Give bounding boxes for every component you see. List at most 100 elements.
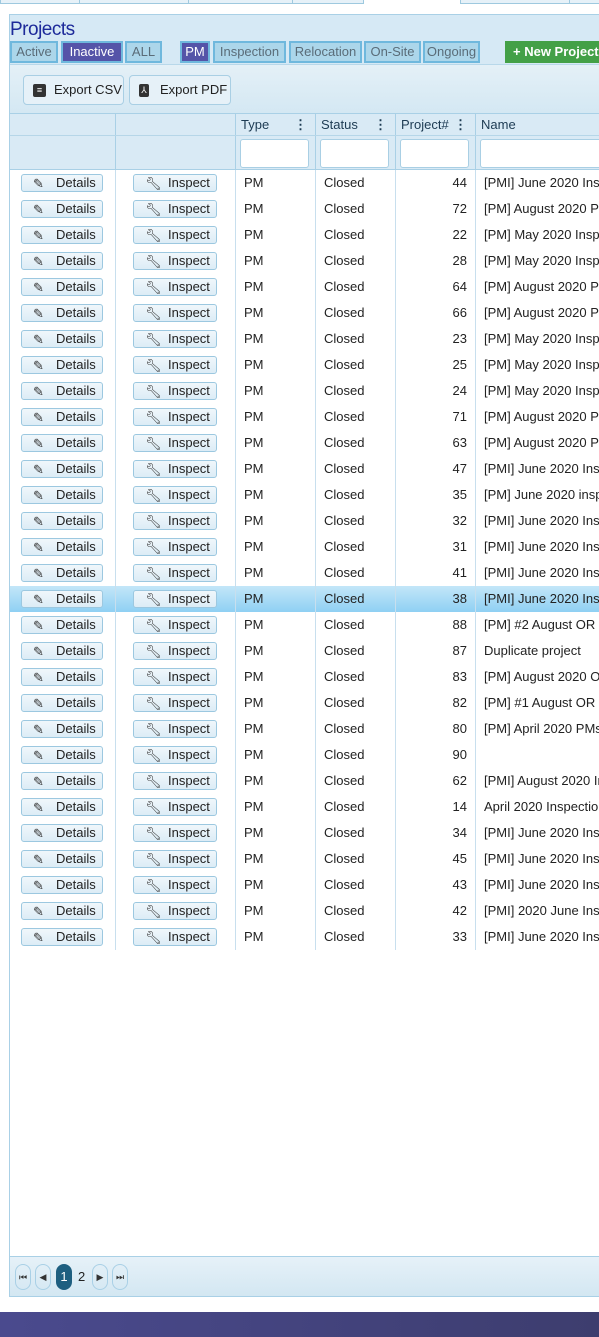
table-row[interactable]: ✎ Details 🔧︎ Inspect PM Closed 14 April 2020 In… [10,794,599,820]
details-button[interactable]: ✎ Details [21,382,103,400]
table-row[interactable]: ✎ Details 🔧︎ Inspect PM Closed 62 [PMI] August … [10,768,599,794]
next-page-button[interactable]: ▶ [92,1264,108,1290]
column-menu-icon[interactable]: ⋮ [374,114,387,136]
details-button[interactable]: ✎ Details [21,850,103,868]
inspect-button[interactable]: 🔧︎ Inspect [133,304,217,322]
details-button[interactable]: ✎ Details [21,746,103,764]
export-csv-button[interactable]: ≡ Export CSV [23,75,124,105]
table-row[interactable]: ✎ Details 🔧︎ Inspect PM Closed 42 [PMI] 2020 Ju… [10,898,599,924]
details-button[interactable]: ✎ Details [21,278,103,296]
inspect-button[interactable]: 🔧︎ Inspect [133,928,217,946]
table-row[interactable]: ✎ Details 🔧︎ Inspect PM Closed 63 [PM] August 2… [10,430,599,456]
page-1-button[interactable]: 1 [56,1264,72,1290]
filter-inspection-button[interactable]: Inspection [213,41,286,63]
filter-inactive-button[interactable]: Inactive [61,41,123,63]
table-row[interactable]: ✎ Details 🔧︎ Inspect PM Closed 47 [PMI] June 20… [10,456,599,482]
details-button[interactable]: ✎ Details [21,356,103,374]
details-button[interactable]: ✎ Details [21,564,103,582]
type-filter-input[interactable] [240,139,309,168]
details-button[interactable]: ✎ Details [21,590,103,608]
inspect-button[interactable]: 🔧︎ Inspect [133,356,217,374]
inspect-button[interactable]: 🔧︎ Inspect [133,720,217,738]
filter-on-site-button[interactable]: On-Site [364,41,421,63]
details-button[interactable]: ✎ Details [21,538,103,556]
filter-active-button[interactable]: Active [10,41,58,63]
table-row[interactable]: ✎ Details 🔧︎ Inspect PM Closed 82 [PM] #1 Augus… [10,690,599,716]
inspect-button[interactable]: 🔧︎ Inspect [133,850,217,868]
details-button[interactable]: ✎ Details [21,668,103,686]
inspect-button[interactable]: 🔧︎ Inspect [133,876,217,894]
details-button[interactable]: ✎ Details [21,434,103,452]
inspect-button[interactable]: 🔧︎ Inspect [133,434,217,452]
table-row[interactable]: ✎ Details 🔧︎ Inspect PM Closed 32 [PMI] June 20… [10,508,599,534]
details-button[interactable]: ✎ Details [21,174,103,192]
details-button[interactable]: ✎ Details [21,460,103,478]
details-button[interactable]: ✎ Details [21,720,103,738]
details-button[interactable]: ✎ Details [21,304,103,322]
inspect-button[interactable]: 🔧︎ Inspect [133,278,217,296]
prev-page-button[interactable]: ◀ [35,1264,51,1290]
inspect-button[interactable]: 🔧︎ Inspect [133,330,217,348]
table-row[interactable]: ✎ Details 🔧︎ Inspect PM Closed 22 [PM] May 2020… [10,222,599,248]
inspect-button[interactable]: 🔧︎ Inspect [133,772,217,790]
table-row[interactable]: ✎ Details 🔧︎ Inspect PM Closed 24 [PM] May 2020… [10,378,599,404]
inspect-button[interactable]: 🔧︎ Inspect [133,798,217,816]
inspect-button[interactable]: 🔧︎ Inspect [133,668,217,686]
inspect-button[interactable]: 🔧︎ Inspect [133,902,217,920]
table-row[interactable]: ✎ Details 🔧︎ Inspect PM Closed 64 [PM] August 2… [10,274,599,300]
table-row[interactable]: ✎ Details 🔧︎ Inspect PM Closed 41 [PMI] June 20… [10,560,599,586]
details-button[interactable]: ✎ Details [21,798,103,816]
filter-pm-button[interactable]: PM [180,41,210,63]
table-row[interactable]: ✎ Details 🔧︎ Inspect PM Closed 28 [PM] May 2020… [10,248,599,274]
details-button[interactable]: ✎ Details [21,928,103,946]
inspect-button[interactable]: 🔧︎ Inspect [133,252,217,270]
details-button[interactable]: ✎ Details [21,694,103,712]
inspect-button[interactable]: 🔧︎ Inspect [133,382,217,400]
details-button[interactable]: ✎ Details [21,824,103,842]
table-row[interactable]: ✎ Details 🔧︎ Inspect PM Closed 25 [PM] May 2020… [10,352,599,378]
inspect-button[interactable]: 🔧︎ Inspect [133,512,217,530]
table-row[interactable]: ✎ Details 🔧︎ Inspect PM Closed 71 [PM] August 2… [10,404,599,430]
new-project-button[interactable]: + New Project [505,41,599,63]
inspect-button[interactable]: 🔧︎ Inspect [133,564,217,582]
inspect-button[interactable]: 🔧︎ Inspect [133,486,217,504]
project-number-filter-input[interactable] [400,139,469,168]
details-button[interactable]: ✎ Details [21,252,103,270]
table-row[interactable]: ✎ Details 🔧︎ Inspect PM Closed 38 [PMI] June 20… [10,586,599,612]
column-menu-icon[interactable]: ⋮ [294,114,307,136]
filter-relocation-button[interactable]: Relocation [289,41,362,63]
table-row[interactable]: ✎ Details 🔧︎ Inspect PM Closed 87 Duplicate pro… [10,638,599,664]
table-row[interactable]: ✎ Details 🔧︎ Inspect PM Closed 90 [10,742,599,768]
name-filter-input[interactable] [480,139,599,168]
header-name[interactable]: Name [476,114,599,135]
inspect-button[interactable]: 🔧︎ Inspect [133,200,217,218]
details-button[interactable]: ✎ Details [21,330,103,348]
details-button[interactable]: ✎ Details [21,512,103,530]
column-menu-icon[interactable]: ⋮ [454,114,467,136]
inspect-button[interactable]: 🔧︎ Inspect [133,746,217,764]
table-row[interactable]: ✎ Details 🔧︎ Inspect PM Closed 34 [PMI] June 20… [10,820,599,846]
status-filter-input[interactable] [320,139,389,168]
inspect-button[interactable]: 🔧︎ Inspect [133,616,217,634]
table-row[interactable]: ✎ Details 🔧︎ Inspect PM Closed 31 [PMI] June 20… [10,534,599,560]
details-button[interactable]: ✎ Details [21,642,103,660]
inspect-button[interactable]: 🔧︎ Inspect [133,408,217,426]
table-row[interactable]: ✎ Details 🔧︎ Inspect PM Closed 45 [PMI] June 20… [10,846,599,872]
header-status[interactable]: Status ⋮ [316,114,396,135]
page-2-button[interactable]: 2 [78,1264,85,1290]
details-button[interactable]: ✎ Details [21,616,103,634]
table-row[interactable]: ✎ Details 🔧︎ Inspect PM Closed 35 [PM] June 202… [10,482,599,508]
inspect-button[interactable]: 🔧︎ Inspect [133,590,217,608]
inspect-button[interactable]: 🔧︎ Inspect [133,174,217,192]
table-row[interactable]: ✎ Details 🔧︎ Inspect PM Closed 66 [PM] August 2… [10,300,599,326]
table-row[interactable]: ✎ Details 🔧︎ Inspect PM Closed 80 [PM] April 20… [10,716,599,742]
header-project-number[interactable]: Project# ⋮ [396,114,476,135]
inspect-button[interactable]: 🔧︎ Inspect [133,694,217,712]
table-row[interactable]: ✎ Details 🔧︎ Inspect PM Closed 72 [PM] August 2… [10,196,599,222]
inspect-button[interactable]: 🔧︎ Inspect [133,642,217,660]
details-button[interactable]: ✎ Details [21,772,103,790]
first-page-button[interactable]: ⏮ [15,1264,31,1290]
inspect-button[interactable]: 🔧︎ Inspect [133,226,217,244]
inspect-button[interactable]: 🔧︎ Inspect [133,538,217,556]
header-type[interactable]: Type ⋮ [236,114,316,135]
